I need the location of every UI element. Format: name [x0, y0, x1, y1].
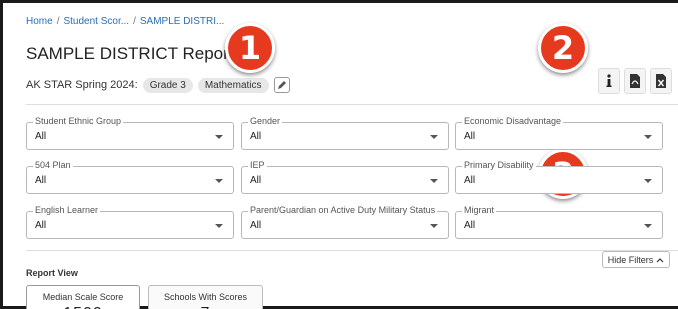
filter-value: All	[464, 131, 476, 142]
filter-504-plan[interactable]: 504 Plan All	[26, 160, 234, 194]
chevron-down-icon	[215, 179, 223, 183]
filter-value: All	[250, 220, 262, 231]
hide-filters-label: Hide Filters	[607, 254, 654, 265]
report-card-schools-with-scores[interactable]: Schools With Scores 7	[148, 285, 263, 309]
filter-english-learner[interactable]: English Learner All	[26, 205, 234, 239]
breadcrumb-separator: /	[56, 16, 60, 27]
filter-economic-disadvantage[interactable]: Economic Disadvantage All	[455, 116, 663, 150]
report-view-label: Report View	[26, 268, 78, 278]
chevron-down-icon	[430, 135, 438, 139]
assessment-subtitle: AK STAR Spring 2024: Grade 3 Mathematics	[26, 77, 290, 93]
assessment-label: AK STAR Spring 2024:	[26, 79, 138, 91]
pdf-icon	[630, 74, 640, 88]
card-value: 1500	[27, 305, 139, 309]
info-icon	[606, 74, 612, 87]
filter-value: All	[464, 175, 476, 186]
subject-chip: Mathematics	[197, 77, 269, 93]
excel-icon	[656, 74, 666, 88]
filter-value: All	[250, 131, 262, 142]
chevron-down-icon	[215, 135, 223, 139]
pencil-icon	[277, 81, 286, 89]
filter-label: 504 Plan	[33, 160, 73, 170]
chevron-down-icon	[430, 224, 438, 228]
filter-label: English Learner	[33, 205, 101, 215]
info-button[interactable]	[598, 68, 620, 94]
filters-divider	[26, 250, 678, 251]
chevron-down-icon	[644, 179, 652, 183]
card-label: Schools With Scores	[163, 292, 248, 302]
header-divider	[26, 104, 678, 105]
callout-badge-1: 1	[225, 23, 275, 73]
filter-label: IEP	[248, 160, 267, 170]
breadcrumb-separator: /	[133, 16, 136, 27]
filter-label: Economic Disadvantage	[462, 116, 564, 126]
filter-label: Student Ethnic Group	[33, 116, 124, 126]
filter-value: All	[35, 220, 47, 231]
chevron-down-icon	[644, 135, 652, 139]
filter-label: Parent/Guardian on Active Duty Military …	[248, 205, 438, 215]
excel-export-button[interactable]	[650, 68, 672, 94]
breadcrumb-district[interactable]: SAMPLE DISTRI...	[140, 16, 224, 27]
filter-label: Primary Disability	[462, 160, 536, 170]
chevron-down-icon	[215, 224, 223, 228]
chevron-down-icon	[644, 224, 652, 228]
filter-label: Migrant	[462, 205, 497, 215]
filter-value: All	[35, 131, 47, 142]
page-title: SAMPLE DISTRICT Report	[26, 44, 234, 63]
breadcrumb: Home / Student Scor... / SAMPLE DISTRI..…	[26, 16, 224, 27]
filter-value: All	[35, 175, 47, 186]
chevron-down-icon	[430, 179, 438, 183]
filter-gender[interactable]: Gender All	[241, 116, 449, 150]
card-label: Median Scale Score	[42, 292, 124, 302]
breadcrumb-student-scores[interactable]: Student Scor...	[63, 16, 129, 27]
filter-label: Gender	[248, 116, 283, 126]
hide-filters-button[interactable]: Hide Filters	[602, 251, 670, 268]
filter-iep[interactable]: IEP All	[241, 160, 449, 194]
pdf-export-button[interactable]	[624, 68, 646, 94]
grade-chip: Grade 3	[142, 77, 193, 93]
breadcrumb-home[interactable]: Home	[26, 16, 53, 27]
callout-badge-2: 2	[538, 23, 588, 73]
edit-button[interactable]	[273, 77, 290, 93]
filter-value: All	[250, 175, 262, 186]
filter-migrant[interactable]: Migrant All	[455, 205, 663, 239]
filter-student-ethnic-group[interactable]: Student Ethnic Group All	[26, 116, 234, 150]
chevron-up-icon	[656, 257, 664, 262]
filter-military-status[interactable]: Parent/Guardian on Active Duty Military …	[241, 205, 449, 239]
card-value: 7	[149, 305, 262, 309]
filter-value: All	[464, 220, 476, 231]
report-card-median-scale-score[interactable]: Median Scale Score 1500	[26, 285, 140, 309]
filter-primary-disability[interactable]: Primary Disability All	[455, 160, 663, 194]
